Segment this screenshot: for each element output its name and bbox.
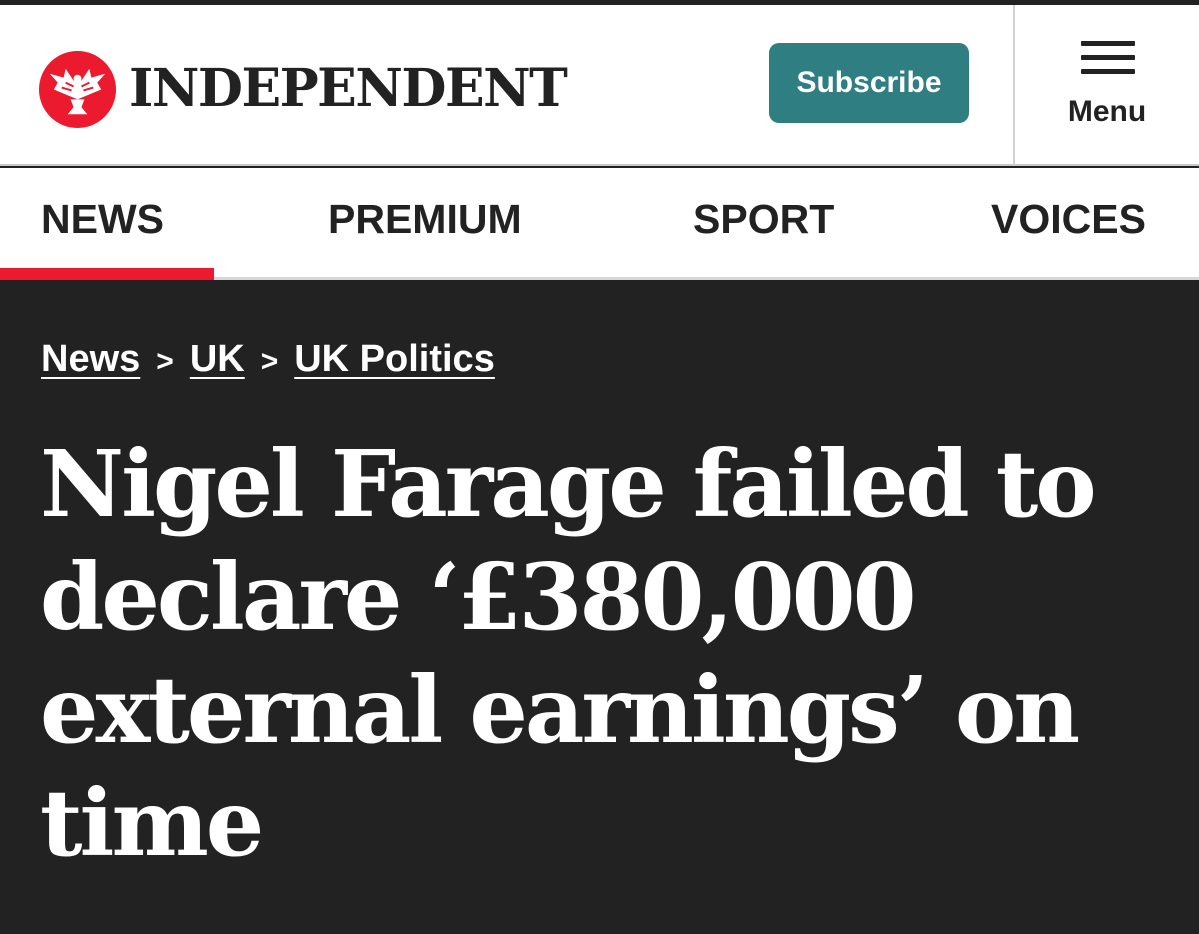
breadcrumb-uk[interactable]: UK (190, 340, 245, 378)
nav-item-premium[interactable]: PREMIUM (328, 199, 522, 240)
hamburger-icon (1081, 41, 1135, 75)
nav-item-sport[interactable]: SPORT (693, 199, 834, 240)
article-headline: Nigel Farage failed to declare ‘£380,000… (40, 430, 1097, 877)
active-nav-indicator (0, 268, 214, 280)
masthead: INDEPENDENT Subscribe Menu (0, 5, 1199, 166)
eagle-logo-icon (38, 50, 117, 128)
menu-button[interactable]: Menu (1015, 5, 1199, 166)
breadcrumb-uk-politics[interactable]: UK Politics (294, 340, 495, 378)
subscribe-button[interactable]: Subscribe (769, 43, 969, 123)
brand-logo[interactable]: INDEPENDENT (38, 49, 568, 129)
breadcrumb-separator: > (260, 345, 279, 378)
section-nav: NEWS PREMIUM SPORT VOICES (0, 168, 1199, 280)
breadcrumb: News > UK > UK Politics (41, 340, 495, 384)
nav-item-news[interactable]: NEWS (41, 199, 164, 240)
brand-wordmark: INDEPENDENT (129, 58, 568, 119)
menu-label: Menu (1067, 95, 1147, 128)
breadcrumb-separator: > (156, 345, 174, 378)
nav-item-voices[interactable]: VOICES (991, 199, 1146, 240)
breadcrumb-news[interactable]: News (41, 340, 140, 378)
